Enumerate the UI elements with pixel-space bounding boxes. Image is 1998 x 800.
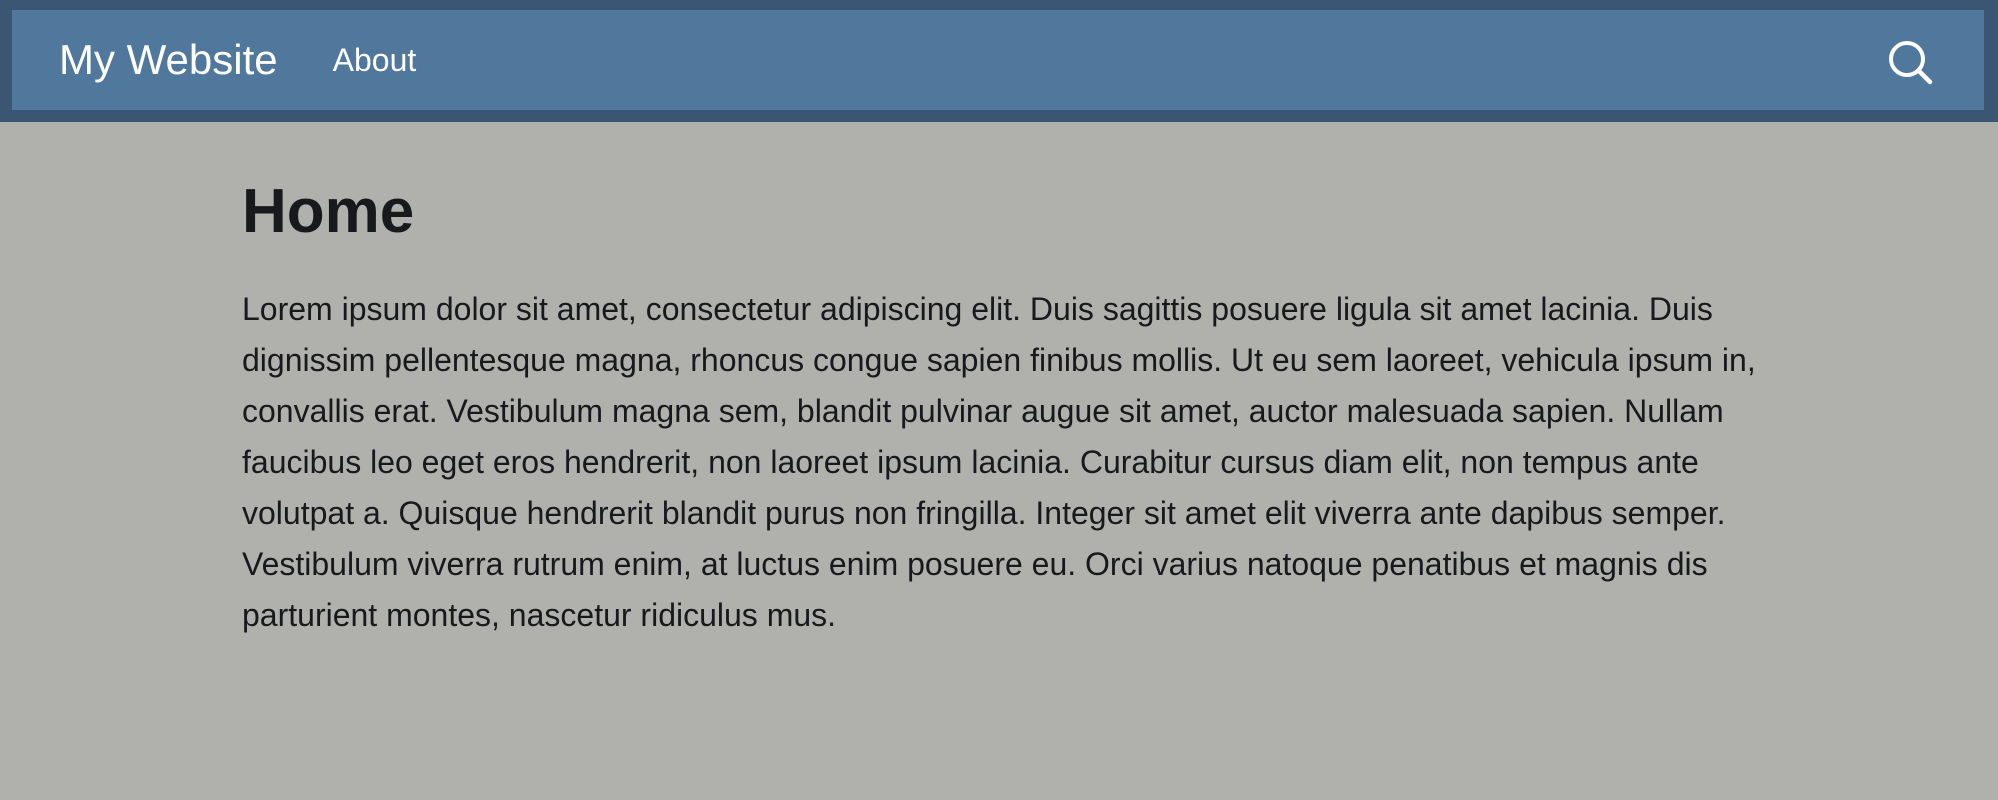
site-brand-link[interactable]: My Website [59,36,278,84]
search-icon [1889,41,1933,85]
nav-link-about[interactable]: About [333,42,417,79]
main-content: Home Lorem ipsum dolor sit amet, consect… [242,177,1762,641]
header-bar: My Website About [0,0,1998,122]
body-paragraph: Lorem ipsum dolor sit amet, consectetur … [242,291,1756,634]
page-title: Home [242,177,415,246]
navbar: My Website About [12,10,1984,110]
search-button[interactable] [1886,38,1934,86]
